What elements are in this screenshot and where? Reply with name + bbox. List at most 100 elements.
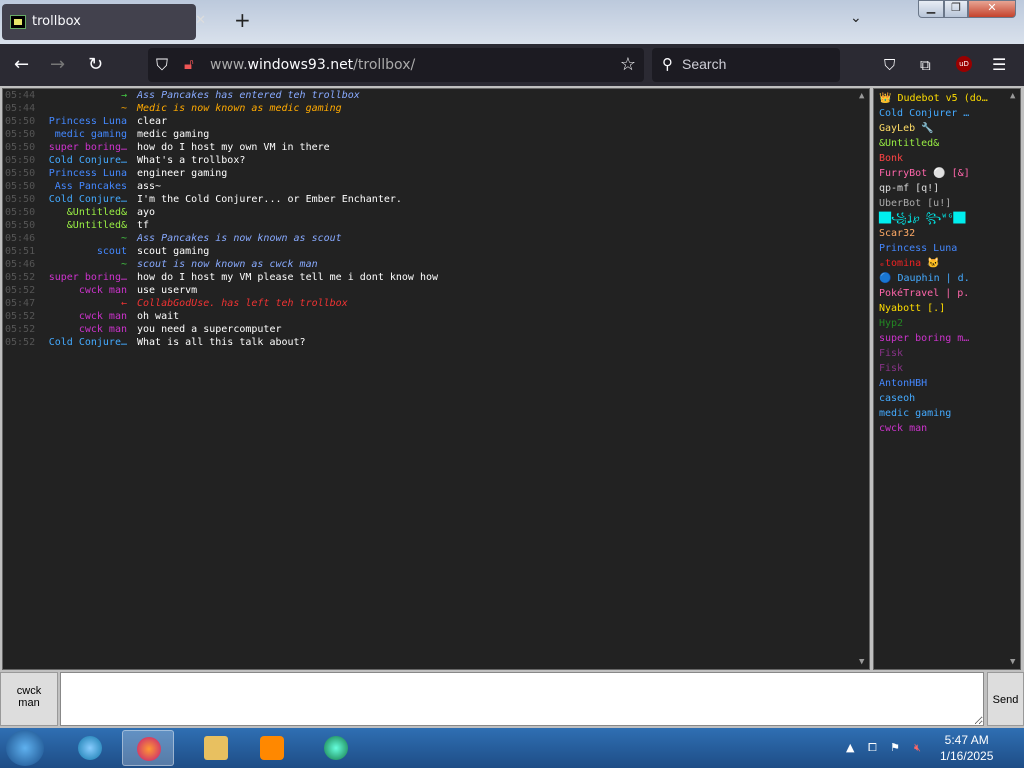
close-tab-icon[interactable]: ✕	[195, 13, 206, 28]
message-nick[interactable]: Ass Pancakes	[3, 180, 127, 193]
user-list-item[interactable]: GayLeb 🔧	[874, 121, 1020, 136]
chat-message: 05:50 Cold Conjure… I'm the Cold Conjurer.…	[3, 193, 869, 206]
start-button-windows-icon[interactable]	[6, 730, 44, 766]
user-list-item[interactable]: 🔵 Dauphin | d.	[874, 271, 1020, 286]
user-list-item[interactable]: Scar32	[874, 226, 1020, 241]
url-path: /trollbox/	[353, 57, 416, 73]
message-nick[interactable]: Princess Luna	[3, 115, 127, 128]
scroll-down-icon[interactable]: ▼	[1010, 657, 1015, 667]
message-nick[interactable]: scout	[3, 245, 127, 258]
message-nick[interactable]: ~	[3, 258, 127, 271]
message-text: medic gaming	[137, 129, 210, 140]
message-nick[interactable]: Cold Conjure…	[3, 336, 127, 349]
message-nick[interactable]: Princess Luna	[3, 167, 127, 180]
taskbar-media-player[interactable]	[246, 730, 298, 766]
scroll-up-icon[interactable]: ▲	[859, 91, 864, 101]
scroll-up-icon[interactable]: ▲	[1010, 91, 1015, 101]
chat-message: 05:52 cwck man you need a supercomputer	[3, 323, 869, 336]
ublock-origin-icon[interactable]: uD	[956, 56, 972, 72]
message-text: I'm the Cold Conjurer... or Ember Enchan…	[137, 194, 402, 205]
user-list-item[interactable]: Fisk	[874, 361, 1020, 376]
user-list-item[interactable]: UberBot [u!]	[874, 196, 1020, 211]
network-icon[interactable]: ⧠	[868, 741, 877, 755]
message-nick[interactable]: Cold Conjure…	[3, 193, 127, 206]
message-text: how do I host my own VM in there	[137, 142, 330, 153]
address-bar[interactable]: ⛉ 🔓︎ www.windows93.net/trollbox/ ☆	[148, 48, 644, 82]
message-nick[interactable]: super boring…	[3, 141, 127, 154]
user-list[interactable]: 👑 Dudebot v5 (do… Cold Conjurer … GayLeb 🔧…	[873, 88, 1021, 670]
taskbar-app[interactable]	[310, 730, 362, 766]
search-bar[interactable]: ⚲	[652, 48, 840, 82]
show-hidden-icons-icon[interactable]: ▲	[846, 741, 854, 754]
user-list-item[interactable]: FurryBot ⚪ [&]	[874, 166, 1020, 181]
pocket-icon[interactable]: ⛉	[884, 56, 895, 74]
message-nick[interactable]: &Untitled&	[3, 219, 127, 232]
message-nick[interactable]: →	[3, 89, 127, 102]
message-nick[interactable]: ~	[3, 102, 127, 115]
user-list-item[interactable]: qp-mf [q!]	[874, 181, 1020, 196]
extensions-puzzle-icon[interactable]: ⧉	[920, 56, 931, 74]
user-list-item[interactable]: super boring m…	[874, 331, 1020, 346]
message-nick[interactable]: super boring…	[3, 271, 127, 284]
user-list-item[interactable]: Princess Luna	[874, 241, 1020, 256]
message-text: Ass Pancakes is now known as scout	[137, 233, 342, 244]
message-nick[interactable]: cwck man	[3, 323, 127, 336]
taskbar: ▲ ⧠ ⚑ 🔇︎ 5:47 AM 1/16/2025	[0, 728, 1024, 768]
user-list-item[interactable]: Cold Conjurer …	[874, 106, 1020, 121]
app-icon	[324, 736, 348, 760]
hamburger-menu-icon[interactable]: ☰	[992, 55, 1006, 74]
message-nick[interactable]: ~	[3, 232, 127, 245]
minimize-button[interactable]: ▁	[918, 0, 944, 18]
reload-icon[interactable]: ↻	[88, 54, 103, 75]
chat-scrollbar[interactable]: ▲ ▼	[857, 89, 869, 669]
maximize-button[interactable]: ❐	[944, 0, 968, 18]
list-all-tabs-chevron-icon[interactable]: ⌄	[850, 10, 862, 26]
message-nick[interactable]: ←	[3, 297, 127, 310]
insecure-lock-icon[interactable]: 🔓︎	[184, 55, 194, 73]
user-list-item[interactable]: Fisk	[874, 346, 1020, 361]
user-list-item[interactable]: Hyp2	[874, 316, 1020, 331]
bookmark-star-icon[interactable]: ☆	[620, 54, 636, 75]
back-arrow-icon[interactable]: ←	[14, 54, 29, 75]
chat-message: 05:52 super boring… how do I host my VM pl…	[3, 271, 869, 284]
user-list-item[interactable]: PokéTravel | p.	[874, 286, 1020, 301]
user-list-item[interactable]: caseoh	[874, 391, 1020, 406]
taskbar-file-explorer[interactable]	[190, 730, 242, 766]
tab-trollbox[interactable]: trollbox ✕	[2, 4, 206, 40]
new-tab-button[interactable]: +	[234, 8, 251, 32]
close-window-button[interactable]: ✕	[968, 0, 1016, 18]
message-text: how do I host my VM please tell me i don…	[137, 272, 439, 283]
url-text[interactable]: www.windows93.net/trollbox/	[210, 57, 415, 73]
clock-date: 1/16/2025	[940, 749, 994, 763]
user-list-item[interactable]: AntonHBH	[874, 376, 1020, 391]
user-list-item[interactable]: cwck man	[874, 421, 1020, 436]
nickname-line-2: man	[18, 697, 40, 709]
user-list-scrollbar[interactable]: ▲ ▼	[1008, 89, 1020, 669]
message-nick[interactable]: &Untitled&	[3, 206, 127, 219]
search-input[interactable]	[682, 56, 832, 72]
user-list-item[interactable]: &Untitled&	[874, 136, 1020, 151]
user-list-item[interactable]: ██꧁ʝ℘ ꧂ᵂᴳ██	[874, 211, 1020, 226]
user-list-item[interactable]: medic gaming	[874, 406, 1020, 421]
message-nick[interactable]: cwck man	[3, 310, 127, 323]
volume-muted-icon[interactable]: 🔇︎	[914, 741, 921, 755]
send-button[interactable]: Send	[987, 672, 1024, 726]
system-clock[interactable]: 5:47 AM 1/16/2025	[940, 732, 993, 764]
chat-log[interactable]: 05:44 → Ass Pancakes has entered teh troll…	[2, 88, 870, 670]
tracking-protection-shield-icon[interactable]: ⛉	[156, 55, 168, 75]
user-list-item[interactable]: 👑 Dudebot v5 (do…	[874, 91, 1020, 106]
taskbar-firefox[interactable]	[122, 730, 174, 766]
tab-title: trollbox	[32, 14, 81, 29]
scroll-down-icon[interactable]: ▼	[859, 657, 864, 667]
user-list-item[interactable]: Nyabott [.]	[874, 301, 1020, 316]
forward-arrow-icon[interactable]: →	[50, 54, 65, 75]
message-nick[interactable]: Cold Conjure…	[3, 154, 127, 167]
message-nick[interactable]: cwck man	[3, 284, 127, 297]
taskbar-internet-explorer[interactable]	[64, 730, 116, 766]
message-nick[interactable]: medic gaming	[3, 128, 127, 141]
message-input[interactable]	[60, 672, 984, 726]
user-list-item[interactable]: ₑtomina 🐱	[874, 256, 1020, 271]
nickname-button[interactable]: cwck man	[0, 672, 58, 726]
user-list-item[interactable]: Bonk	[874, 151, 1020, 166]
action-center-flag-icon[interactable]: ⚑	[890, 741, 900, 754]
